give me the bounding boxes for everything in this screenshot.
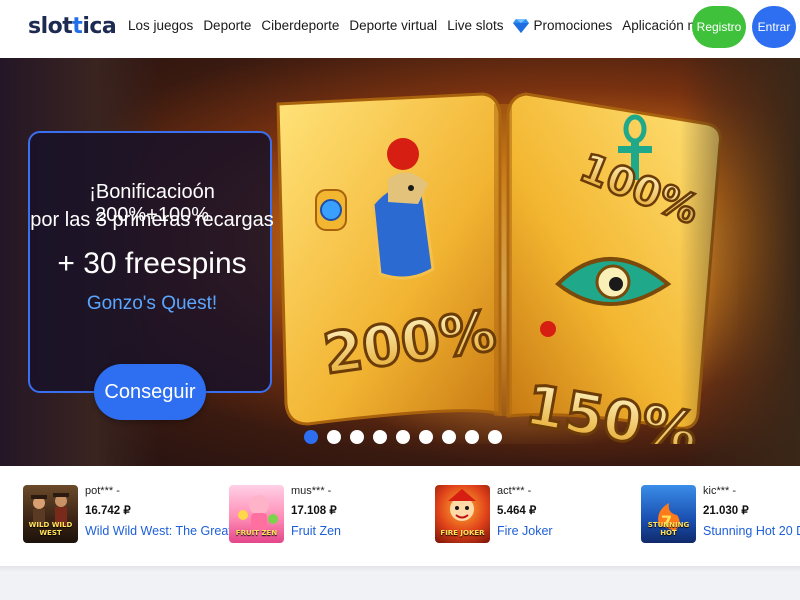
- winner-item[interactable]: 7 STUNNING HOT kic*** - 21.030 ₽ Stunnin…: [641, 485, 800, 545]
- winner-item[interactable]: FIRE JOKER act*** - 5.464 ₽ Fire Joker: [435, 485, 553, 545]
- thumb-title: STUNNING HOT: [647, 521, 690, 537]
- nav-item-promotions[interactable]: Promociones: [513, 18, 612, 33]
- diamond-icon: [513, 18, 530, 33]
- recent-winners-strip: WILD WILD WEST pot*** - 16.742 ₽ Wild Wi…: [0, 466, 800, 566]
- winner-amount: 21.030 ₽: [703, 505, 749, 517]
- winner-username: act*** -: [497, 485, 532, 497]
- carousel-dots: [304, 430, 511, 444]
- winner-item[interactable]: WILD WILD WEST pot*** - 16.742 ₽ Wild Wi…: [23, 485, 242, 545]
- fruit-slot-thumbnail[interactable]: FRUIT ZEN: [229, 485, 284, 543]
- site-header: slottica Los juegos Deporte Ciberdeporte…: [0, 0, 800, 58]
- get-bonus-button[interactable]: Conseguir: [94, 364, 206, 420]
- nav-item-promotions-label: Promociones: [533, 18, 613, 33]
- winner-amount: 16.742 ₽: [85, 505, 131, 517]
- section-divider: [0, 566, 800, 572]
- nav-item-live-slots[interactable]: Live slots: [447, 18, 503, 33]
- nav-item-games[interactable]: Los juegos: [128, 18, 193, 33]
- hot-slot-thumbnail[interactable]: 7 STUNNING HOT: [641, 485, 696, 543]
- nav-item-sports[interactable]: Deporte: [203, 18, 251, 33]
- promo-headline-line2: por las 3 primeras recargas: [30, 209, 274, 231]
- login-button[interactable]: Entrar: [752, 6, 796, 48]
- promo-freespins: + 30 freespins: [57, 247, 247, 280]
- winner-username: mus*** -: [291, 485, 332, 497]
- winner-amount: 17.108 ₽: [291, 505, 337, 517]
- winner-username: kic*** -: [703, 485, 737, 497]
- logo-accent: t: [72, 14, 83, 39]
- carousel-dot[interactable]: [442, 430, 456, 444]
- carousel-dot[interactable]: [350, 430, 364, 444]
- winner-game-link[interactable]: Fire Joker: [497, 523, 553, 539]
- winner-amount: 5.464 ₽: [497, 505, 537, 517]
- thumb-title: WILD WILD WEST: [28, 521, 73, 537]
- promo-game-name: Gonzo's Quest!: [86, 293, 218, 314]
- carousel-dot[interactable]: [419, 430, 433, 444]
- nav-item-esports[interactable]: Ciberdeporte: [261, 18, 339, 33]
- carousel-dot[interactable]: [327, 430, 341, 444]
- winner-item[interactable]: FRUIT ZEN mus*** - 17.108 ₽ Fruit Zen: [229, 485, 341, 545]
- carousel-dot[interactable]: [465, 430, 479, 444]
- carousel-dot[interactable]: [304, 430, 318, 444]
- golden-book-illustration: 200% 100% 150%: [276, 92, 738, 444]
- logo-prefix: slot: [28, 14, 73, 39]
- thumb-title: FIRE JOKER: [440, 529, 485, 537]
- winner-game-link[interactable]: Stunning Hot 20 Delu: [703, 523, 800, 539]
- promo-text-box: ¡Bonificacioón 200%+100% por las 3 prime…: [28, 131, 274, 393]
- site-logo[interactable]: slottica: [28, 14, 117, 39]
- carousel-dot[interactable]: [396, 430, 410, 444]
- main-nav: Los juegos Deporte Ciberdeporte Deporte …: [128, 18, 729, 33]
- western-slot-thumbnail[interactable]: WILD WILD WEST: [23, 485, 78, 543]
- winner-game-link[interactable]: Wild Wild West: The Great...: [85, 523, 242, 539]
- carousel-dot[interactable]: [488, 430, 502, 444]
- joker-slot-thumbnail[interactable]: FIRE JOKER: [435, 485, 490, 543]
- logo-suffix: ica: [82, 14, 117, 39]
- thumb-title: FRUIT ZEN: [235, 529, 278, 537]
- winner-username: pot*** -: [85, 485, 120, 497]
- register-button[interactable]: Registro: [692, 6, 746, 48]
- winner-game-link[interactable]: Fruit Zen: [291, 523, 341, 539]
- nav-item-virtual-sports[interactable]: Deporte virtual: [349, 18, 437, 33]
- carousel-dot[interactable]: [373, 430, 387, 444]
